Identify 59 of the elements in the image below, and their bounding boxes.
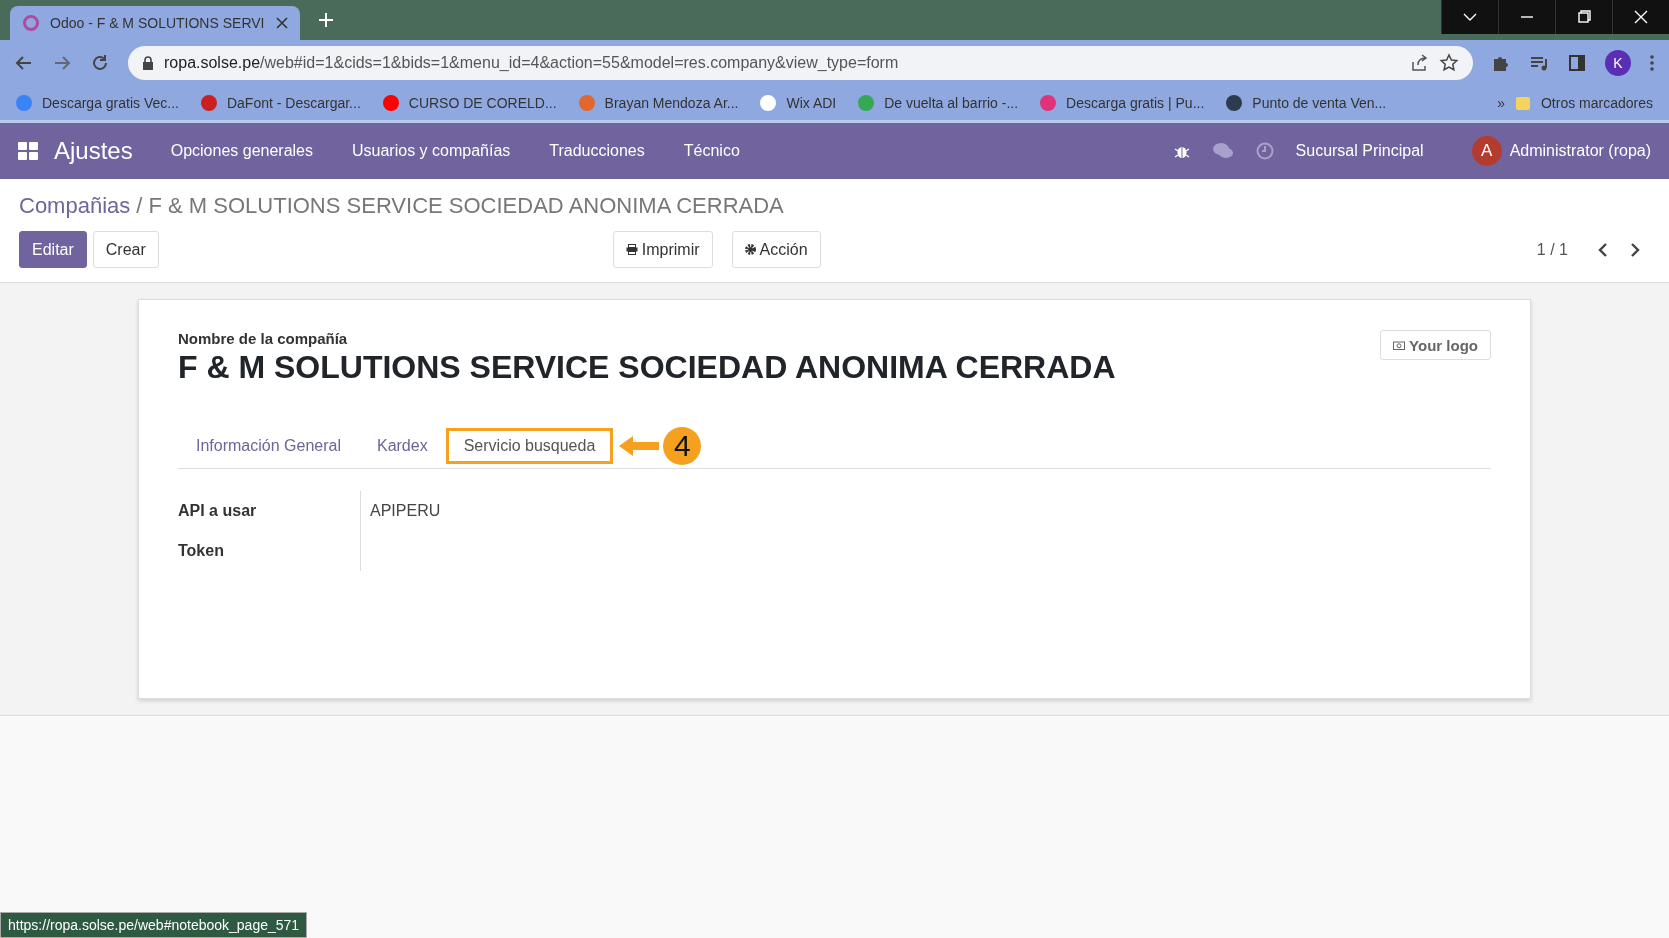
logo-button[interactable]: Your logo: [1380, 330, 1491, 360]
printer-icon: [625, 244, 638, 255]
app-title: Ajustes: [54, 137, 133, 165]
edit-button[interactable]: Editar: [19, 231, 87, 268]
next-icon[interactable]: [1630, 242, 1640, 257]
folder-icon: [1514, 94, 1531, 111]
create-button[interactable]: Crear: [92, 231, 159, 268]
bookmark-item[interactable]: Punto de venta Ven...: [1226, 94, 1387, 111]
status-url: https://ropa.solse.pe/web#notebook_page_571: [0, 912, 308, 938]
bookmark-item[interactable]: CURSO DE CORELD...: [382, 94, 557, 111]
bookmark-item[interactable]: Descarga gratis Vec...: [16, 94, 179, 111]
action-button[interactable]: Acción: [731, 231, 821, 268]
star-icon[interactable]: [1439, 52, 1459, 73]
nav-menu-item[interactable]: Técnico: [683, 142, 740, 160]
nav-menu-item[interactable]: Usuarios y compañías: [352, 142, 511, 160]
restore-icon[interactable]: [1555, 0, 1612, 34]
menu-icon[interactable]: [1649, 53, 1655, 72]
company-name: F & M SOLUTIONS SERVICE SOCIEDAD ANONIMA CERRADA: [178, 349, 1117, 386]
bookmark-item[interactable]: De vuelta al barrio -...: [858, 94, 1019, 111]
form-tab[interactable]: Información General: [178, 428, 359, 464]
camera-icon: [1393, 340, 1406, 350]
branch-switcher[interactable]: Sucursal Principal: [1295, 142, 1424, 160]
address-bar[interactable]: ropa.solse.pe/web#id=1&cids=1&bids=1&menu_id=4&action=55&model=res.company&view_type=form: [128, 45, 1473, 80]
bookmark-item[interactable]: Brayan Mendoza Ar...: [578, 94, 739, 111]
close-icon[interactable]: [276, 17, 288, 29]
form-tab[interactable]: Servicio busqueda: [445, 428, 614, 464]
bookmark-item[interactable]: Descarga gratis | Pu...: [1040, 94, 1205, 111]
tab-title: Odoo - F & M SOLUTIONS SERVI: [50, 15, 266, 31]
other-bookmarks-item[interactable]: Otros marcadores: [1514, 94, 1653, 111]
share-icon[interactable]: [1409, 52, 1429, 73]
browser-tab[interactable]: Odoo - F & M SOLUTIONS SERVI: [10, 6, 300, 40]
user-menu[interactable]: Administrator (ropa): [1509, 142, 1651, 160]
odoo-logo-icon: [22, 14, 40, 32]
pager-counter: 1 / 1: [1536, 240, 1568, 259]
nav-menu-item[interactable]: Traducciones: [549, 142, 645, 160]
close-window-icon[interactable]: [1612, 0, 1669, 34]
bookmark-item[interactable]: DaFont - Descargar...: [200, 94, 361, 111]
new-tab-icon[interactable]: [318, 12, 334, 28]
step-marker: 4: [663, 427, 702, 465]
apps-grid-icon[interactable]: [18, 142, 38, 160]
breadcrumb-current: / F & M SOLUTIONS SERVICE SOCIEDAD ANONIMA CERRADA: [136, 193, 784, 219]
more-bookmarks-button[interactable]: »: [1497, 94, 1505, 111]
side-panel-icon[interactable]: [1567, 52, 1587, 73]
user-avatar: A: [1471, 136, 1502, 166]
previous-icon[interactable]: [1598, 242, 1608, 257]
field-value: APIPERU: [370, 502, 441, 520]
field-label: Nombre de la compañía: [178, 330, 348, 347]
profile-avatar[interactable]: K: [1605, 49, 1631, 76]
field-label: Token: [178, 541, 225, 561]
breadcrumb-link[interactable]: Compañias: [19, 193, 131, 219]
arrow-icon: [619, 435, 660, 457]
nav-menu-item[interactable]: Opciones generales: [170, 142, 313, 160]
field-label: API a usar: [178, 501, 258, 521]
form-tab[interactable]: Kardex: [358, 428, 446, 464]
bookmark-item[interactable]: Wix ADI: [760, 94, 837, 111]
gear-icon: [744, 244, 756, 255]
lock-icon: [142, 55, 154, 70]
print-button[interactable]: Imprimir: [612, 231, 713, 268]
reload-icon[interactable]: [90, 52, 110, 73]
